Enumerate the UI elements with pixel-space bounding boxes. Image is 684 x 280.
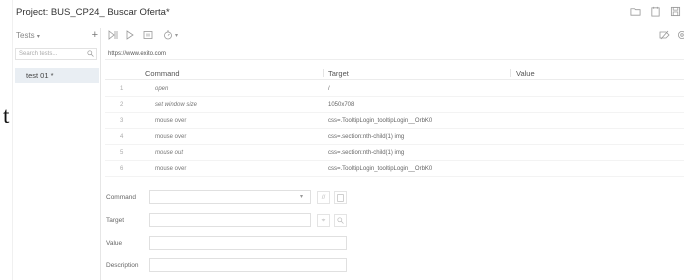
row-number: 5 xyxy=(120,150,124,156)
row-command: open xyxy=(155,86,169,92)
command-input[interactable]: ▾ xyxy=(149,190,311,204)
row-number: 2 xyxy=(120,102,124,108)
column-divider xyxy=(323,69,324,77)
row-number: 4 xyxy=(120,134,124,140)
description-editor-row: Description xyxy=(105,258,684,274)
row-target: 1050x708 xyxy=(328,102,355,108)
tests-label: Tests xyxy=(16,31,35,40)
search-icon[interactable] xyxy=(334,214,347,227)
command-label: Command xyxy=(106,194,136,201)
reference-icon[interactable] xyxy=(334,191,347,204)
value-editor-row: Value xyxy=(105,236,684,252)
test-list-item[interactable]: test 01 * xyxy=(15,68,99,83)
row-target: css=.TooltipLogin_tooltipLogin__OrbK0 xyxy=(328,118,433,124)
table-row[interactable]: 1 open / xyxy=(105,81,684,97)
command-editor-row: Command ▾ // xyxy=(105,190,684,206)
row-command: mouse over xyxy=(155,166,187,172)
row-command: set window size xyxy=(155,102,198,108)
column-header-command: Command xyxy=(145,69,180,78)
table-row[interactable]: 6 mouse over css=.TooltipLogin_tooltipLo… xyxy=(105,161,684,177)
column-divider xyxy=(510,69,511,77)
timer-icon[interactable] xyxy=(163,30,173,43)
stray-character: t xyxy=(3,103,10,128)
add-test-button[interactable]: + xyxy=(92,29,98,41)
select-target-button[interactable]: ⌖ xyxy=(317,214,330,227)
value-input[interactable] xyxy=(149,236,347,250)
row-command: mouse out xyxy=(155,150,184,156)
folder-icon[interactable] xyxy=(629,5,641,17)
row-command: mouse over xyxy=(155,118,187,124)
row-number: 3 xyxy=(120,118,124,124)
disable-command-button[interactable]: // xyxy=(317,191,330,204)
row-number: 6 xyxy=(120,166,124,172)
description-label: Description xyxy=(106,262,139,269)
table-row[interactable]: 5 mouse out css=.section:nth-child(1) im… xyxy=(105,145,684,161)
description-input[interactable] xyxy=(149,258,347,272)
pause-icon[interactable] xyxy=(143,30,153,43)
save-icon[interactable] xyxy=(669,5,681,17)
column-header-target: Target xyxy=(328,69,349,78)
row-number: 1 xyxy=(120,86,124,92)
title-actions xyxy=(629,5,681,17)
table-row[interactable]: 2 set window size 1050x708 xyxy=(105,97,684,113)
table-row[interactable]: 3 mouse over css=.TooltipLogin_tooltipLo… xyxy=(105,113,684,129)
row-target: css=.section:nth-child(1) img xyxy=(328,134,405,140)
search-tests-input[interactable]: Search tests... xyxy=(15,48,97,60)
timer-speed-caret[interactable]: ▾ xyxy=(175,32,178,39)
base-url-input[interactable]: https://www.exito.com xyxy=(105,48,684,60)
open-file-icon[interactable] xyxy=(649,5,661,17)
chevron-down-icon: ▾ xyxy=(36,34,40,40)
settings-icon[interactable] xyxy=(677,30,684,43)
chevron-down-icon[interactable]: ▾ xyxy=(300,193,303,200)
disable-breakpoints-icon[interactable] xyxy=(659,30,670,43)
command-editor: Command ▾ // Target ⌖ Value Description xyxy=(105,188,684,280)
run-current-icon[interactable] xyxy=(126,30,135,43)
search-icon xyxy=(87,50,94,61)
table-row[interactable]: 4 mouse over css=.section:nth-child(1) i… xyxy=(105,129,684,145)
column-header-value: Value xyxy=(516,69,535,78)
target-editor-row: Target ⌖ xyxy=(105,213,684,229)
tests-dropdown[interactable]: Tests ▾ + xyxy=(13,28,101,44)
test-sidebar: Tests ▾ + Search tests... test 01 * xyxy=(13,28,101,280)
title-bar: Project: BUS_CP24_ Buscar Oferta* xyxy=(13,0,684,24)
target-label: Target xyxy=(106,217,125,224)
playback-toolbar: ▾ xyxy=(105,28,684,44)
project-title: Project: BUS_CP24_ Buscar Oferta* xyxy=(16,7,170,18)
command-table: Command Target Value 1 open / 2 set wind… xyxy=(105,66,684,178)
run-all-icon[interactable] xyxy=(108,30,119,43)
value-label: Value xyxy=(106,240,123,247)
row-target: / xyxy=(328,86,330,92)
row-command: mouse over xyxy=(155,134,187,140)
target-input[interactable] xyxy=(149,213,311,227)
search-tests-placeholder: Search tests... xyxy=(19,51,58,57)
background-page: t xyxy=(0,0,12,280)
selenium-ide-window: Project: BUS_CP24_ Buscar Oferta* Tests … xyxy=(12,0,684,280)
row-target: css=.section:nth-child(1) img xyxy=(328,150,405,156)
row-target: css=.TooltipLogin_tooltipLogin__OrbK0 xyxy=(328,166,433,172)
command-table-header: Command Target Value xyxy=(105,66,684,80)
